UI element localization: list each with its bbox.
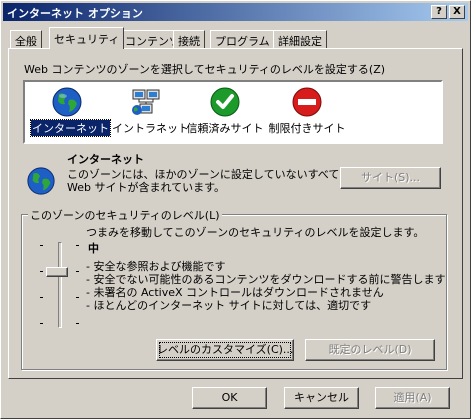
slider-tick xyxy=(76,323,79,324)
zone-info-title: インターネット xyxy=(67,153,144,166)
tab-programs[interactable]: プログラム xyxy=(210,30,275,48)
slider-tick xyxy=(40,297,43,298)
slider-track[interactable] xyxy=(58,242,62,328)
ok-button[interactable]: OK xyxy=(192,387,267,409)
network-icon xyxy=(132,89,160,115)
zone-trusted-sites[interactable]: 信頼済みサイト xyxy=(183,86,267,136)
slider-thumb[interactable] xyxy=(46,267,68,277)
zone-intranet[interactable]: イントラネット xyxy=(111,86,189,136)
tab-security[interactable]: セキュリティ xyxy=(49,27,125,49)
checkmark-icon xyxy=(210,87,240,117)
title-bar[interactable]: インターネット オプション ? X xyxy=(3,3,468,21)
globe-icon xyxy=(27,167,55,195)
cancel-button[interactable]: キャンセル xyxy=(284,387,359,409)
slider-tick xyxy=(76,245,79,246)
close-button[interactable]: X xyxy=(449,5,465,19)
help-button[interactable]: ? xyxy=(431,5,447,19)
slider-tick xyxy=(76,271,79,272)
restricted-icon xyxy=(292,87,322,117)
customize-level-button[interactable]: レベルのカスタマイズ(C)... xyxy=(156,339,294,361)
zone-select-prompt: Web コンテンツのゾーンを選択してセキュリティのレベルを設定する(Z) xyxy=(24,63,386,76)
zone-label: 信頼済みサイト xyxy=(186,122,264,135)
zone-restricted-sites[interactable]: 制限付きサイト xyxy=(265,86,349,136)
zone-info-desc-line2: Web サイトが含まれています。 xyxy=(67,181,226,194)
slider-tick xyxy=(40,323,43,324)
level-description-line: - ほとんどのインターネット サイトに対しては、適切です xyxy=(86,299,372,312)
sites-button[interactable]: サイト(S)... xyxy=(340,167,441,189)
slider-instruction: つまみを移動してこのゾーンのセキュリティのレベルを設定します。 xyxy=(86,226,425,239)
window-title: インターネット オプション xyxy=(7,7,143,20)
tab-advanced[interactable]: 詳細設定 xyxy=(273,30,327,48)
zone-label: インターネット xyxy=(30,119,111,137)
security-level-group-label: このゾーンのセキュリティのレベル(L) xyxy=(28,207,222,223)
zone-list: インターネット イントラネット 信頼済みサイト 制限付きサイト xyxy=(23,80,443,144)
zone-label: 制限付きサイト xyxy=(268,122,346,135)
globe-icon xyxy=(52,87,82,117)
zone-label: イントラネット xyxy=(112,122,189,135)
slider-tick xyxy=(40,271,43,272)
default-level-button[interactable]: 既定のレベル(D) xyxy=(305,339,435,361)
tab-general[interactable]: 全般 xyxy=(10,30,42,48)
slider-tick xyxy=(40,245,43,246)
zone-internet[interactable]: インターネット xyxy=(30,86,111,137)
security-level-name: 中 xyxy=(88,242,99,255)
tab-connections[interactable]: 接続 xyxy=(173,30,205,48)
apply-button[interactable]: 適用(A) xyxy=(375,387,450,409)
slider-tick xyxy=(76,297,79,298)
